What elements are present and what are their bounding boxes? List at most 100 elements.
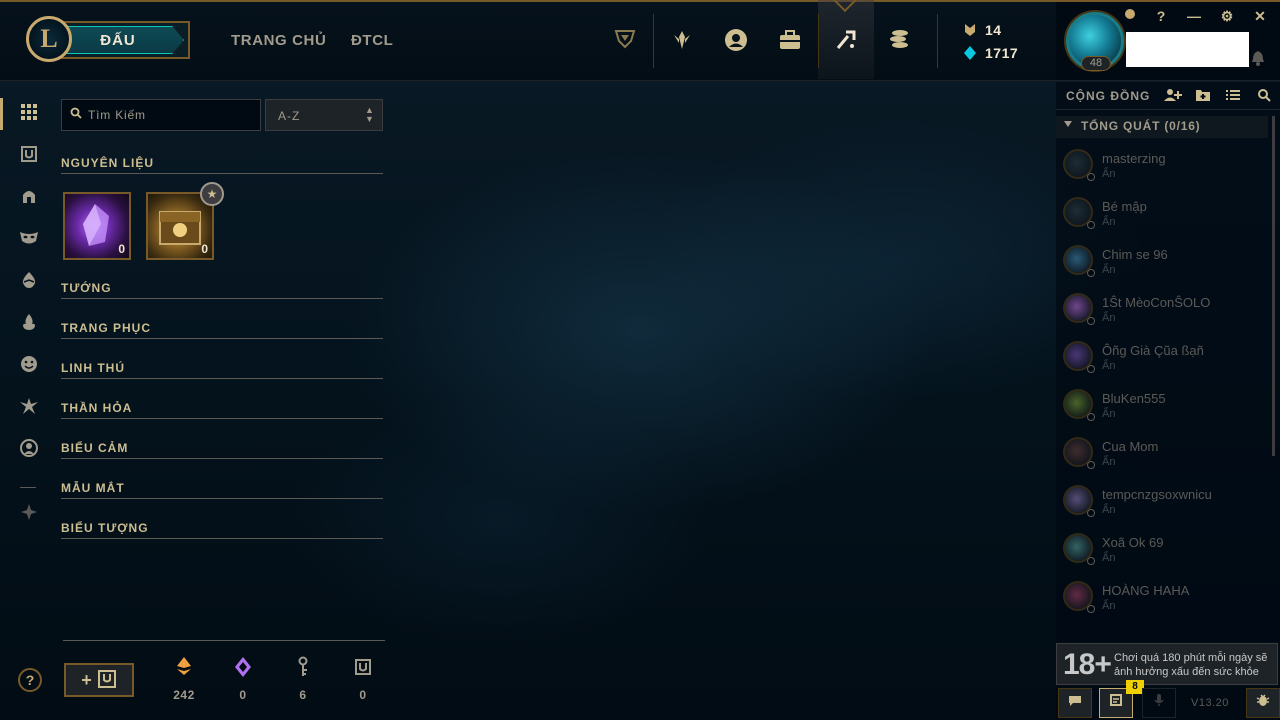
- store-icon[interactable]: [884, 24, 916, 56]
- chest-filter-icon[interactable]: [17, 145, 41, 169]
- offline-status-dot: [1087, 221, 1095, 229]
- offline-status-dot: [1087, 365, 1095, 373]
- category-label: THẦN HỎA: [61, 401, 133, 415]
- collection-icon[interactable]: [774, 24, 806, 56]
- friend-status: Ẩn: [1102, 552, 1116, 564]
- loot-item-orb[interactable]: 0: [63, 192, 131, 260]
- loot-quantity: 0: [201, 242, 208, 256]
- craft-key-button[interactable]: +: [64, 663, 134, 697]
- list-view-icon[interactable]: [1223, 88, 1243, 104]
- offline-status-dot: [1087, 269, 1095, 277]
- friend-row[interactable]: 1Ŝt MèoConŜOLO Ẩn: [1056, 286, 1268, 334]
- nav-separator: [937, 14, 938, 68]
- loot-icon[interactable]: [830, 24, 862, 56]
- mythic-essence-stat[interactable]: 0: [223, 656, 263, 702]
- category-companions[interactable]: LINH THÚ: [61, 359, 383, 379]
- friend-name: Cua Mom: [1102, 439, 1159, 454]
- category-icons[interactable]: BIỂU TƯỢNG: [61, 519, 383, 539]
- sort-select[interactable]: A-Z ▲ ▼: [265, 99, 383, 131]
- riot-points-row[interactable]: 1717: [963, 44, 1018, 62]
- key-icon: [283, 656, 323, 684]
- friend-name: Bé mập: [1102, 199, 1147, 214]
- search-icon[interactable]: [1254, 88, 1274, 104]
- grid-all-icon[interactable]: [17, 103, 41, 127]
- nav-home[interactable]: TRANG CHỦ: [231, 32, 326, 49]
- help-icon[interactable]: ?: [18, 668, 42, 692]
- search-input[interactable]: [88, 106, 253, 124]
- loot-quantity: 0: [118, 242, 125, 256]
- category-materials[interactable]: NGUYÊN LIỆU: [61, 154, 383, 174]
- companion-egg-icon[interactable]: [17, 271, 41, 295]
- key-stat[interactable]: 6: [283, 656, 323, 702]
- emote-smile-icon[interactable]: [17, 355, 41, 379]
- blue-essence-value: 14: [985, 22, 1002, 38]
- friend-name: Ôñg Già Çũa ßạñ: [1102, 343, 1204, 358]
- friend-name: masterzing: [1102, 151, 1166, 166]
- ranked-icon[interactable]: [666, 24, 698, 56]
- friend-row[interactable]: HOÀNG HAHA Ẩn: [1056, 574, 1268, 622]
- ward-flame-icon[interactable]: [17, 313, 41, 337]
- friend-row[interactable]: Xoã Ok 69 Ẩn: [1056, 526, 1268, 574]
- friend-row[interactable]: Bé mập Ẩn: [1056, 190, 1268, 238]
- rail-active-indicator: [0, 98, 3, 130]
- nav-tft[interactable]: ĐTCL: [351, 32, 393, 49]
- social-scrollbar[interactable]: [1272, 116, 1275, 456]
- microphone-icon[interactable]: [1142, 688, 1176, 718]
- summoner-name-box[interactable]: [1126, 32, 1249, 67]
- riot-points-icon: [964, 46, 976, 60]
- orange-essence-stat[interactable]: 242: [164, 656, 204, 702]
- nav-separator: [653, 14, 654, 68]
- category-champions[interactable]: TƯỚNG: [61, 279, 383, 299]
- friend-status: Ẩn: [1102, 408, 1116, 420]
- friend-group-label[interactable]: TỔNG QUÁT (0/16): [1081, 119, 1200, 133]
- friend-row[interactable]: masterzing Ẩn: [1056, 142, 1268, 190]
- minimize-button[interactable]: —: [1183, 7, 1205, 25]
- close-button[interactable]: ✕: [1249, 7, 1271, 25]
- help-window-button[interactable]: ?: [1150, 7, 1172, 25]
- collapse-arrow-icon[interactable]: [1064, 121, 1072, 127]
- health-warning-text: Chơi quá 180 phút mỗi ngày sẽ ảnh hưởng …: [1114, 652, 1268, 678]
- offline-status-dot: [1087, 461, 1095, 469]
- chest-stat[interactable]: 0: [343, 656, 383, 702]
- status-dot[interactable]: [1125, 9, 1135, 19]
- logo-letter: L: [40, 24, 58, 53]
- champion-helmet-icon[interactable]: [17, 187, 41, 211]
- health-warning: 18+ Chơi quá 180 phút mỗi ngày sẽ ảnh hư…: [1056, 643, 1278, 685]
- friend-row[interactable]: Chim se 96 Ẩn: [1056, 238, 1268, 286]
- friend-row[interactable]: Ôñg Già Çũa ßạñ Ẩn: [1056, 334, 1268, 382]
- clash-trophy-icon[interactable]: [609, 24, 641, 56]
- friend-status: Ẩn: [1102, 504, 1116, 516]
- orange-essence-value: 242: [173, 688, 195, 702]
- play-button[interactable]: ĐẤU: [58, 21, 190, 59]
- sort-arrows-icon: ▲ ▼: [365, 105, 374, 124]
- chest-icon: [343, 656, 383, 684]
- friend-row[interactable]: tempcnzgsoxwnicu Ẩn: [1056, 478, 1268, 526]
- category-emotes[interactable]: BIỂU CẢM: [61, 439, 383, 459]
- tft-filter-icon[interactable]: [17, 503, 41, 527]
- friend-status: Ẩn: [1102, 264, 1116, 276]
- category-label: BIỂU TƯỢNG: [61, 521, 149, 535]
- category-eye-patterns[interactable]: MẪU MẮT: [61, 479, 383, 499]
- search-field[interactable]: [61, 99, 261, 131]
- category-skins[interactable]: TRANG PHỤC: [61, 319, 383, 339]
- search-icon: [70, 107, 82, 122]
- eternals-icon[interactable]: [17, 397, 41, 421]
- friend-row[interactable]: Cua Mom Ẩn: [1056, 430, 1268, 478]
- bell-icon[interactable]: [1251, 50, 1265, 66]
- add-friend-icon[interactable]: [1163, 88, 1183, 104]
- chat-icon[interactable]: [1058, 688, 1092, 718]
- profile-icon[interactable]: [720, 24, 752, 56]
- league-logo[interactable]: L: [26, 16, 72, 62]
- skin-mask-icon[interactable]: [17, 229, 41, 253]
- play-label[interactable]: ĐẤU: [66, 26, 184, 54]
- category-label: BIỂU CẢM: [61, 441, 129, 455]
- settings-gear-icon[interactable]: ⚙: [1216, 7, 1238, 25]
- add-folder-icon[interactable]: [1193, 88, 1213, 104]
- blue-essence-row[interactable]: 14: [963, 21, 1002, 39]
- bug-report-icon[interactable]: [1246, 688, 1280, 718]
- friend-row[interactable]: BluKen555 Ẩn: [1056, 382, 1268, 430]
- offline-status-dot: [1087, 317, 1095, 325]
- category-wards[interactable]: THẦN HỎA: [61, 399, 383, 419]
- summoner-icon-filter-icon[interactable]: [17, 439, 41, 463]
- sort-value: A-Z: [278, 109, 301, 123]
